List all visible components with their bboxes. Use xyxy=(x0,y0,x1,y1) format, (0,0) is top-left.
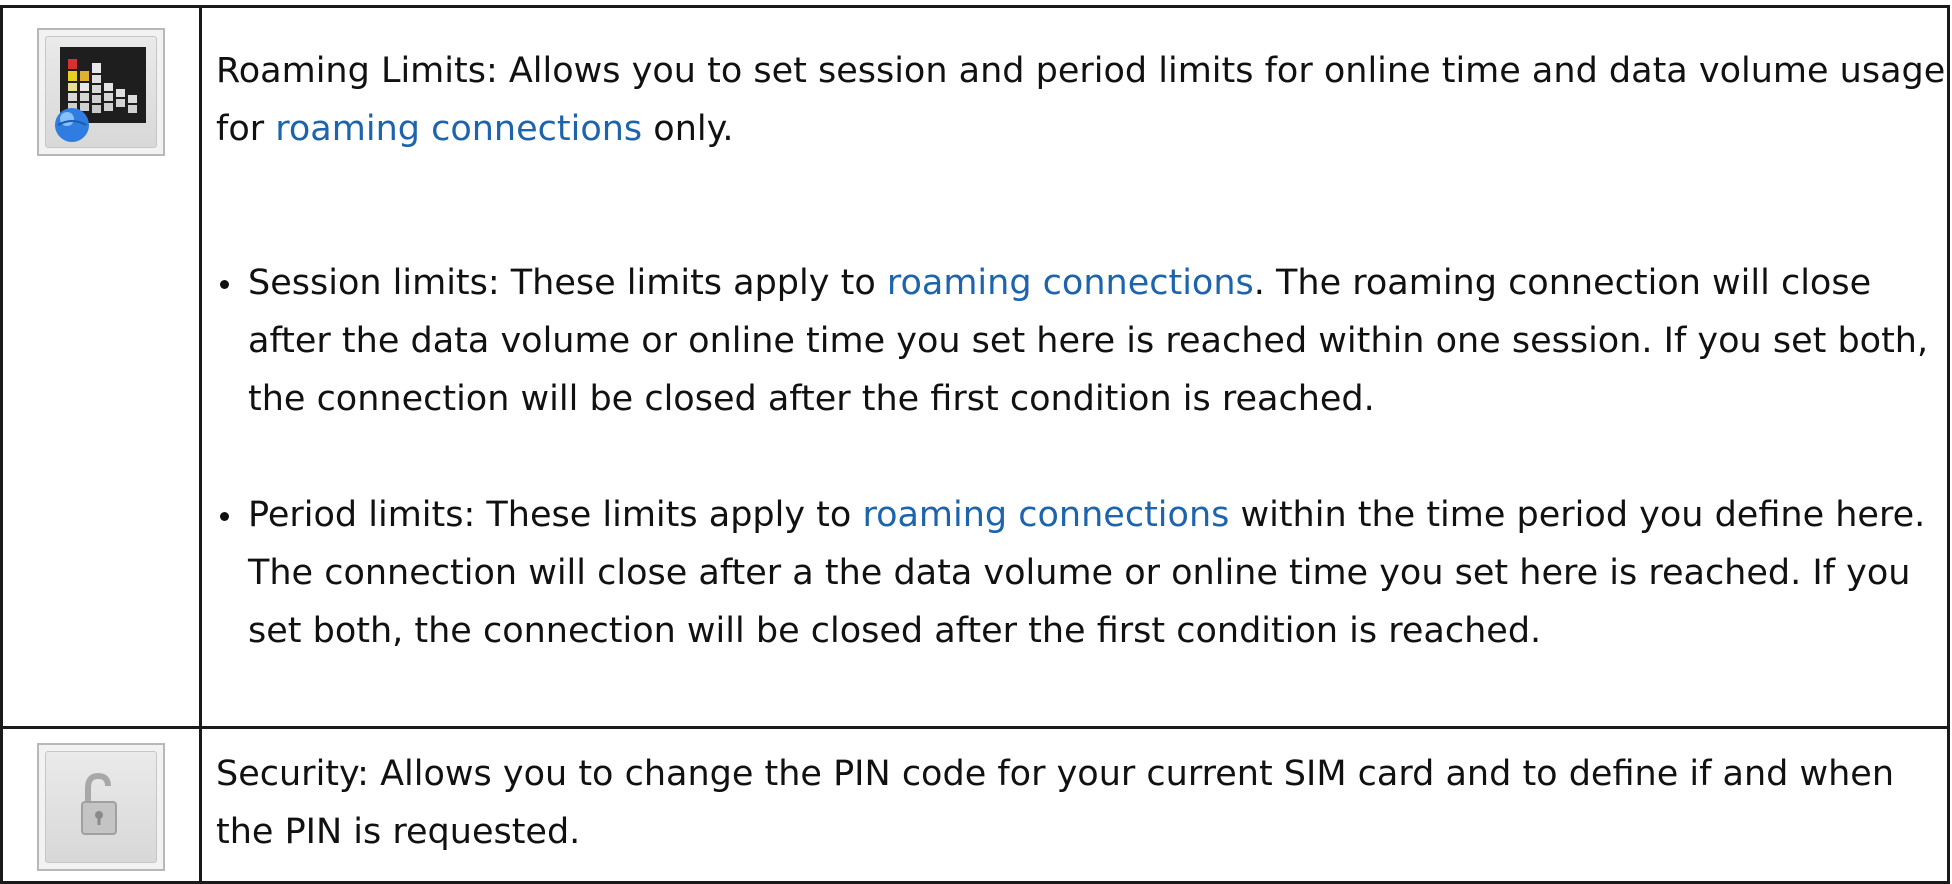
feature-table: Roaming Limits: Allows you to set sessio… xyxy=(0,5,1950,884)
icon-cell xyxy=(0,726,202,884)
table-row-roaming-limits: Roaming Limits: Allows you to set sessio… xyxy=(0,5,1950,729)
icon-cell xyxy=(0,5,202,729)
padlock-open-icon xyxy=(37,743,165,871)
list-item-session-limits: Session limits: These limits apply to ro… xyxy=(216,254,1947,428)
roaming-connections-link[interactable]: roaming connections xyxy=(275,109,642,149)
description-cell: Security: Allows you to change the PIN c… xyxy=(199,726,1950,884)
list-item-period-limits: Period limits: These limits apply to roa… xyxy=(216,486,1947,660)
bullet-icon xyxy=(220,280,229,289)
description-cell: Roaming Limits: Allows you to set sessio… xyxy=(199,5,1950,729)
roaming-connections-link[interactable]: roaming connections xyxy=(887,263,1254,303)
roaming-limits-icon xyxy=(37,28,165,156)
roaming-connections-link[interactable]: roaming connections xyxy=(862,495,1229,535)
security-intro: Security: Allows you to change the PIN c… xyxy=(216,754,1895,852)
bullet-icon xyxy=(220,512,229,521)
roaming-limits-intro: Roaming Limits: Allows you to set sessio… xyxy=(216,51,1946,149)
limits-list: Session limits: These limits apply to ro… xyxy=(216,254,1947,660)
table-row-security: Security: Allows you to change the PIN c… xyxy=(0,726,1950,884)
